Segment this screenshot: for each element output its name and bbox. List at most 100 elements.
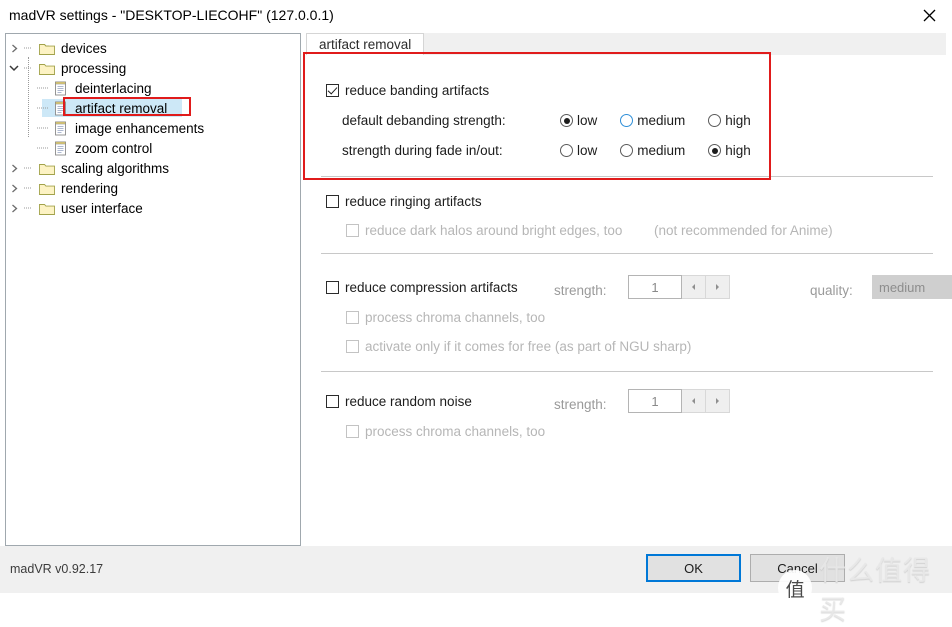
version-label: madVR v0.92.17 — [10, 562, 104, 576]
reduce-random-noise-row[interactable]: reduce random noise — [326, 394, 472, 409]
radio-default-low-label: low — [577, 113, 598, 128]
reduce-dark-halos-label: reduce dark halos around bright edges, t… — [365, 223, 623, 238]
radio-fade-high[interactable]: high — [708, 143, 751, 158]
sidebar-item-image-enhancements[interactable]: image enhancements — [6, 118, 300, 138]
fade-strength-options[interactable]: low medium high — [560, 143, 751, 158]
triangle-left-icon — [692, 284, 695, 290]
radio-default-high[interactable]: high — [708, 113, 751, 128]
radio-default-medium[interactable]: medium — [620, 113, 685, 128]
radio-default-high-dot[interactable] — [708, 114, 722, 127]
reduce-dark-halos-row[interactable]: reduce dark halos around bright edges, t… — [346, 223, 622, 238]
tree-connector — [36, 78, 52, 98]
folder-icon — [38, 58, 56, 78]
default-debanding-strength-options[interactable]: low medium high — [560, 113, 751, 128]
compression-quality-label: quality: — [810, 283, 853, 298]
radio-fade-low-dot[interactable] — [560, 144, 573, 157]
reduce-compression-artifacts-checkbox[interactable] — [326, 281, 339, 294]
compression-strength-decrement[interactable] — [682, 275, 706, 299]
reduce-dark-halos-checkbox[interactable] — [346, 224, 359, 237]
page-icon — [52, 138, 70, 158]
sidebar-item-label: rendering — [61, 180, 119, 196]
compression-spin[interactable]: 1 — [628, 275, 730, 299]
section-divider-2 — [321, 253, 933, 254]
folder-icon — [38, 38, 56, 58]
settings-tree-panel[interactable]: devices processing deinterlacing artifac… — [5, 33, 301, 546]
chevron-right-icon[interactable] — [6, 158, 22, 178]
sidebar-item-label: zoom control — [75, 140, 153, 156]
reduce-banding-artifacts-row[interactable]: reduce banding artifacts — [326, 83, 489, 98]
section-divider-1 — [321, 176, 933, 177]
chevron-right-icon[interactable] — [6, 178, 22, 198]
radio-fade-low-label: low — [577, 143, 598, 158]
sidebar-item-processing[interactable]: processing — [6, 58, 300, 78]
reduce-random-noise-label: reduce random noise — [345, 394, 472, 409]
reduce-ringing-artifacts-checkbox[interactable] — [326, 195, 339, 208]
sidebar-item-artifact-removal[interactable]: artifact removal — [6, 98, 300, 118]
compression-activate-free-row[interactable]: activate only if it comes for free (as p… — [346, 339, 691, 354]
compression-strength-value[interactable]: 1 — [628, 275, 682, 299]
noise-spin[interactable]: 1 — [628, 389, 730, 413]
compression-process-chroma-row[interactable]: process chroma channels, too — [346, 310, 545, 325]
tab-strip: artifact removal — [306, 33, 946, 56]
radio-fade-medium[interactable]: medium — [620, 143, 685, 158]
chevron-right-icon[interactable] — [6, 198, 22, 218]
reduce-compression-artifacts-row[interactable]: reduce compression artifacts — [326, 280, 518, 295]
sidebar-item-rendering[interactable]: rendering — [6, 178, 300, 198]
reduce-banding-artifacts-label: reduce banding artifacts — [345, 83, 490, 98]
close-icon — [923, 9, 935, 22]
radio-default-high-label: high — [725, 113, 751, 128]
sidebar-item-label: scaling algorithms — [61, 160, 170, 176]
noise-strength-spinner[interactable]: 1 — [628, 389, 730, 413]
default-debanding-strength-label: default debanding strength: — [342, 113, 506, 128]
close-button[interactable] — [906, 0, 952, 31]
fade-strength-label-wrap: strength during fade in/out: — [342, 143, 503, 158]
noise-strength-increment[interactable] — [706, 389, 730, 413]
compression-strength-label: strength: — [554, 283, 607, 298]
noise-strength-value[interactable]: 1 — [628, 389, 682, 413]
radio-default-low[interactable]: low — [560, 113, 597, 128]
compression-strength-spinner[interactable]: 1 — [628, 275, 730, 299]
noise-process-chroma-row[interactable]: process chroma channels, too — [346, 424, 545, 439]
tree-connector — [36, 118, 52, 138]
tab-artifact-removal[interactable]: artifact removal — [306, 33, 425, 55]
fade-strength-label: strength during fade in/out: — [342, 143, 503, 158]
sidebar-item-user-interface[interactable]: user interface — [6, 198, 300, 218]
noise-process-chroma-checkbox[interactable] — [346, 425, 359, 438]
compression-process-chroma-label: process chroma channels, too — [365, 310, 546, 325]
sidebar-item-scaling-algorithms[interactable]: scaling algorithms — [6, 158, 300, 178]
reduce-banding-artifacts-checkbox[interactable] — [326, 84, 339, 97]
folder-icon — [38, 178, 56, 198]
compression-process-chroma-checkbox[interactable] — [346, 311, 359, 324]
reduce-ringing-artifacts-label: reduce ringing artifacts — [345, 194, 482, 209]
artifact-removal-pane: reduce banding artifacts default debandi… — [306, 55, 952, 545]
page-icon — [52, 118, 70, 138]
reduce-ringing-artifacts-row[interactable]: reduce ringing artifacts — [326, 194, 482, 209]
compression-quality-combo-wrap[interactable]: medium — [872, 275, 952, 299]
radio-fade-medium-dot[interactable] — [620, 144, 634, 157]
radio-fade-low[interactable]: low — [560, 143, 597, 158]
compression-activate-free-checkbox[interactable] — [346, 340, 359, 353]
noise-strength-decrement[interactable] — [682, 389, 706, 413]
folder-icon — [38, 198, 56, 218]
reduce-random-noise-checkbox[interactable] — [326, 395, 339, 408]
sidebar-item-label: artifact removal — [75, 100, 168, 116]
radio-fade-medium-label: medium — [637, 143, 686, 158]
window-left-edge — [0, 31, 4, 546]
noise-strength-label: strength: — [554, 397, 607, 412]
radio-default-medium-dot[interactable] — [620, 114, 634, 127]
ok-button[interactable]: OK — [646, 554, 741, 582]
tree-connector — [36, 138, 52, 158]
radio-fade-high-dot[interactable] — [708, 144, 722, 157]
sidebar-item-zoom-control[interactable]: zoom control — [6, 138, 300, 158]
cancel-button[interactable]: Cancel — [750, 554, 845, 582]
sidebar-item-devices[interactable]: devices — [6, 38, 300, 58]
compression-strength-increment[interactable] — [706, 275, 730, 299]
chevron-down-icon[interactable] — [6, 58, 22, 78]
radio-default-low-dot[interactable] — [560, 114, 573, 127]
chevron-right-icon[interactable] — [6, 38, 22, 58]
sidebar-item-deinterlacing[interactable]: deinterlacing — [6, 78, 300, 98]
compression-quality-select[interactable]: medium — [872, 275, 952, 299]
page-icon — [52, 98, 70, 118]
tree-connector — [36, 98, 52, 118]
settings-tree: devices processing deinterlacing artifac… — [6, 34, 300, 218]
